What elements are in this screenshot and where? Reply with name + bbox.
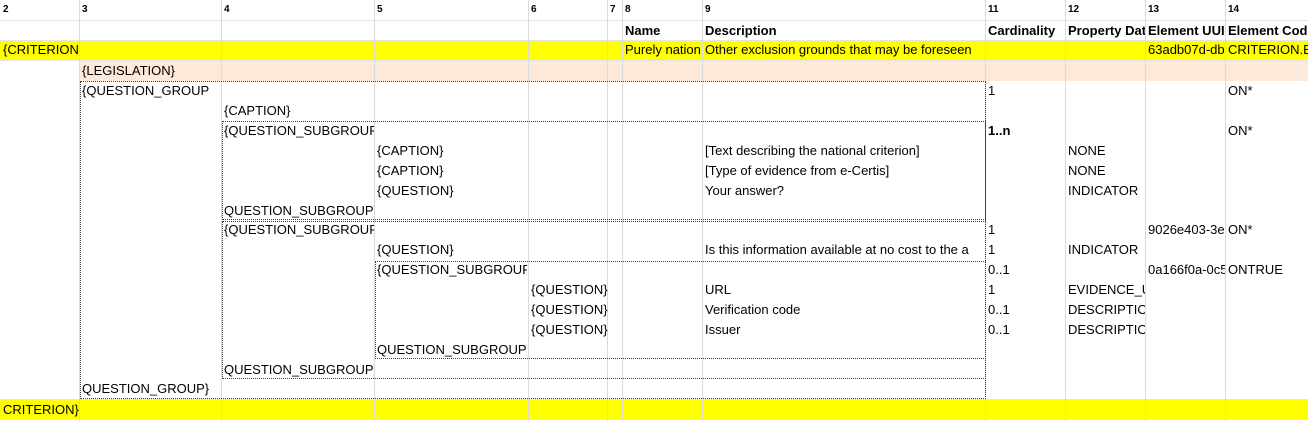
subgroup1-row-property[interactable]: INDICATOR [1065, 181, 1145, 201]
subgroup1-row-description[interactable]: Your answer? [702, 181, 985, 201]
subgroup2-question-cardinality[interactable]: 1 [985, 240, 1065, 260]
subgroup2-uuid[interactable]: 9026e403-3e [1145, 220, 1225, 240]
column-number: 12 [1068, 4, 1080, 15]
column-number: 5 [377, 4, 383, 15]
criterion-code[interactable]: CRITERION.E [1225, 40, 1308, 60]
column-number: 14 [1228, 4, 1240, 15]
gridline-v [622, 0, 623, 421]
subgroup3-open-tag[interactable]: {QUESTION_SUBGROUP [374, 260, 527, 280]
caption-tag[interactable]: {CAPTION} [221, 101, 374, 121]
legislation-row[interactable] [79, 61, 1308, 81]
subgroup1-close-tag[interactable]: QUESTION_SUBGROUP} [221, 201, 374, 221]
column-number: 6 [531, 4, 537, 15]
column-number: 4 [224, 4, 230, 15]
criterion-name[interactable]: Purely nation [622, 40, 702, 60]
question-group-close-tag[interactable]: QUESTION_GROUP} [79, 379, 221, 399]
gridline-v [985, 0, 986, 421]
subgroup3-close-tag[interactable]: QUESTION_SUBGROUP} [374, 340, 527, 360]
question-group-cardinality[interactable]: 1 [985, 81, 1065, 101]
gridline-v [1065, 0, 1066, 421]
column-number: 2 [3, 4, 9, 15]
subgroup1-row-tag[interactable]: {CAPTION} [374, 141, 527, 161]
subgroup1-row-description[interactable]: [Type of evidence from e-Certis] [702, 161, 985, 181]
gridline-v [702, 0, 703, 421]
column-number: 9 [705, 4, 711, 15]
subgroup2-close-tag[interactable]: QUESTION_SUBGROUP} [221, 360, 374, 380]
legislation-tag[interactable]: {LEGISLATION} [79, 61, 221, 81]
subgroup1-row-property[interactable]: NONE [1065, 161, 1145, 181]
subgroup2-open-tag[interactable]: {QUESTION_SUBGROUP [221, 220, 374, 240]
subgroup3-row-cardinality[interactable]: 0..1 [985, 320, 1065, 340]
criterion-uuid[interactable]: 63adb07d-db [1145, 40, 1225, 60]
subgroup3-row-description[interactable]: URL [702, 280, 985, 300]
column-number: 3 [82, 4, 88, 15]
subgroup2-code[interactable]: ON* [1225, 220, 1308, 240]
criterion-close-tag[interactable]: CRITERION} [0, 400, 79, 420]
subgroup1-row-tag[interactable]: {CAPTION} [374, 161, 527, 181]
subgroup3-cardinality[interactable]: 0..1 [985, 260, 1065, 280]
gridline-v [607, 0, 608, 421]
question-group-open-tag[interactable]: {QUESTION_GROUP [79, 81, 221, 101]
criterion-close-row[interactable] [0, 399, 1308, 420]
subgroup3-row-description[interactable]: Issuer [702, 320, 985, 340]
subgroup1-row-property[interactable]: NONE [1065, 141, 1145, 161]
criterion-open-tag[interactable]: {CRITERION [0, 40, 79, 60]
subgroup3-uuid[interactable]: 0a166f0a-0c5 [1145, 260, 1225, 280]
subgroup2-question-property[interactable]: INDICATOR [1065, 240, 1145, 260]
column-number: 13 [1148, 4, 1160, 15]
criterion-description[interactable]: Other exclusion grounds that may be fore… [702, 40, 985, 60]
subgroup1-cardinality[interactable]: 1..n [985, 121, 1065, 141]
subgroup2-question-tag[interactable]: {QUESTION} [374, 240, 527, 260]
subgroup3-row-description[interactable]: Verification code [702, 300, 985, 320]
subgroup3-row-property[interactable]: EVIDENCE_U [1065, 280, 1145, 300]
gridline-v [1225, 0, 1226, 421]
gridline-v [528, 0, 529, 421]
subgroup3-row-property[interactable]: DESCRIPTION [1065, 300, 1145, 320]
question-group-code[interactable]: ON* [1225, 81, 1308, 101]
subgroup3-row-cardinality[interactable]: 0..1 [985, 300, 1065, 320]
subgroup3-row-property[interactable]: DESCRIPTION [1065, 320, 1145, 340]
header-description: Description [705, 23, 777, 38]
header-property-data: Property Dat [1068, 23, 1145, 38]
header-element-uuid: Element UUI [1148, 23, 1225, 38]
subgroup3-row-tag[interactable]: {QUESTION} [528, 320, 681, 340]
subgroup1-row-description[interactable]: [Text describing the national criterion] [702, 141, 985, 161]
gridline-v [1145, 0, 1146, 421]
spreadsheet-grid[interactable]: 2 3 4 5 6 7 8 9 11 12 13 14 Name Descrip… [0, 0, 1308, 421]
subgroup2-cardinality[interactable]: 1 [985, 220, 1065, 240]
column-number: 8 [625, 4, 631, 15]
subgroup1-row-tag[interactable]: {QUESTION} [374, 181, 527, 201]
subgroup2-question-description[interactable]: Is this information available at no cost… [702, 240, 985, 260]
subgroup3-row-tag[interactable]: {QUESTION} [528, 280, 681, 300]
header-name: Name [625, 23, 661, 38]
header-element-code: Element Cod [1228, 23, 1308, 38]
subgroup3-row-tag[interactable]: {QUESTION} [528, 300, 681, 320]
column-number: 11 [988, 4, 999, 15]
header-cardinality: Cardinality [988, 23, 1056, 38]
subgroup1-open-tag[interactable]: {QUESTION_SUBGROUP [221, 121, 374, 141]
subgroup3-row-cardinality[interactable]: 1 [985, 280, 1065, 300]
column-number: 7 [610, 4, 616, 15]
subgroup1-code[interactable]: ON* [1225, 121, 1308, 141]
subgroup3-code[interactable]: ONTRUE [1225, 260, 1308, 280]
